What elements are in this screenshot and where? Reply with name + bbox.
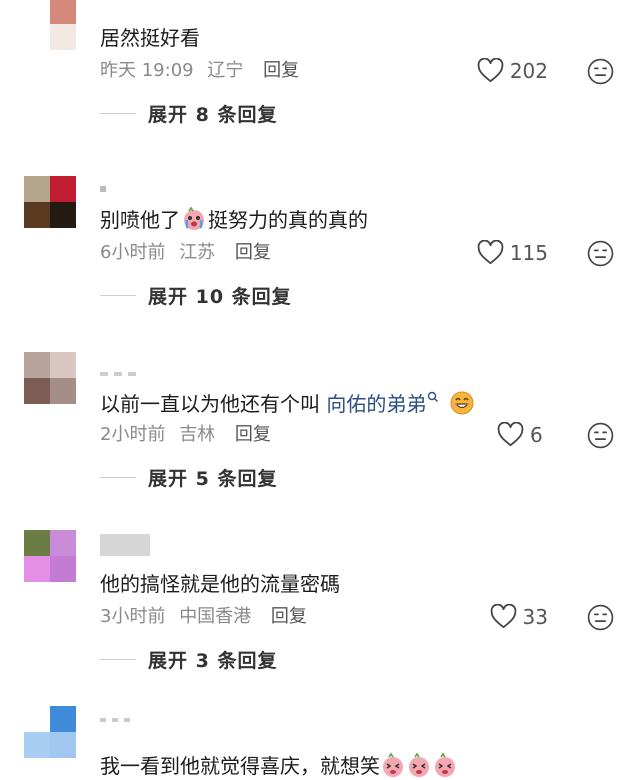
like-count: 202 [509,58,548,83]
avatar-cell [24,556,50,582]
avatar-cell [50,24,76,50]
heart-outline-icon [497,422,524,447]
grinning-emoji-icon [450,391,474,415]
avatar-cell [50,556,76,582]
avatar[interactable] [24,176,76,228]
expand-replies-label: 展开 8 条回复 [148,104,278,126]
comment-location: 江苏 [179,242,216,263]
avatar-cell [24,176,50,202]
expand-replies[interactable]: 展开 5 条回复 [100,464,277,491]
like-button[interactable]: 33 [490,604,548,629]
like-count: 115 [509,240,548,265]
expand-replies-label: 展开 3 条回复 [148,650,278,672]
comment-text[interactable]: 他的搞怪就是他的流量密碼 [100,570,340,598]
comment-text[interactable]: 居然挺好看 [100,24,200,52]
expand-replies[interactable]: 展开 3 条回复 [100,646,277,673]
like-button[interactable]: 6 [497,422,548,447]
reply-button[interactable]: 回复 [235,242,271,263]
comment-location: 中国香港 [179,606,252,627]
comment-meta: 昨天 19:09 辽宁 回复 [100,58,299,84]
heart-outline-icon [477,240,504,265]
avatar[interactable] [24,0,76,50]
comment-text-part: 别喷他了 [100,208,180,232]
avatar-cell [50,352,76,378]
avatar-cell [24,24,50,50]
expand-replies[interactable]: 展开 8 条回复 [100,100,277,127]
comment-meta: 3小时前 中国香港 回复 [100,604,307,630]
comment-meta: 2小时前 吉林 回复 [100,422,271,448]
like-button[interactable]: 202 [477,58,548,83]
avatar-cell [50,0,76,24]
meh-face-icon[interactable] [587,240,614,267]
avatar-cell [50,732,76,758]
search-icon[interactable] [427,391,439,405]
reply-button[interactable]: 回复 [235,424,271,445]
comment-time: 2小时前 [100,424,166,445]
heart-outline-icon [490,604,516,629]
expand-divider [100,113,136,114]
avatar-cell [50,706,76,732]
comment-text-part: 我一看到他就觉得喜庆，就想笑 [100,754,380,778]
laughing-emoji-icon [435,752,455,777]
like-button[interactable]: 115 [477,240,548,265]
avatar[interactable] [24,352,76,404]
avatar-cell [24,378,50,404]
comment-time: 6小时前 [100,242,166,263]
comment-meta: 6小时前 江苏 回复 [100,240,271,266]
comment-location: 吉林 [179,424,216,445]
comment-time: 3小时前 [100,606,166,627]
avatar-cell [24,732,50,758]
like-count: 33 [522,604,548,629]
username-placeholder[interactable] [100,372,136,376]
laughing-emoji-icon [409,752,429,777]
comment-text-part: 以前一直以为他还有个叫 [100,392,327,416]
avatar-cell [24,530,50,556]
expand-replies[interactable]: 展开 10 条回复 [100,282,292,309]
avatar-cell [50,530,76,556]
comment-text[interactable]: 以前一直以为他还有个叫 向佑的弟弟 [100,388,477,418]
like-count: 6 [530,422,543,447]
avatar-cell [24,0,50,24]
avatar-cell [50,378,76,404]
search-link[interactable]: 向佑的弟弟 [326,392,426,416]
laughing-emoji-icon [383,752,403,777]
avatar-cell [24,706,50,732]
comment-text[interactable]: 我一看到他就觉得喜庆，就想笑 [100,752,458,780]
comment-location: 辽宁 [207,60,244,81]
expand-divider [100,659,136,660]
username-placeholder[interactable] [100,186,106,192]
avatar[interactable] [24,706,76,758]
crying-emoji-icon [184,206,204,230]
expand-divider [100,477,136,478]
reply-button[interactable]: 回复 [271,606,307,627]
avatar-cell [24,352,50,378]
expand-replies-label: 展开 10 条回复 [148,286,292,308]
avatar-cell [50,176,76,202]
avatar-cell [24,202,50,228]
meh-face-icon[interactable] [587,604,614,631]
comment-time: 昨天 19:09 [100,60,194,81]
comment-text[interactable]: 别喷他了 挺努力的真的真的 [100,206,368,234]
username-placeholder[interactable] [100,534,150,556]
expand-divider [100,295,136,296]
meh-face-icon[interactable] [587,422,614,449]
reply-button[interactable]: 回复 [263,60,299,81]
expand-replies-label: 展开 5 条回复 [148,468,278,490]
heart-outline-icon [477,58,504,83]
avatar[interactable] [24,530,76,582]
username-placeholder[interactable] [100,718,130,722]
comment-text-part: 挺努力的真的真的 [208,208,368,232]
meh-face-icon[interactable] [587,58,614,85]
avatar-cell [50,202,76,228]
